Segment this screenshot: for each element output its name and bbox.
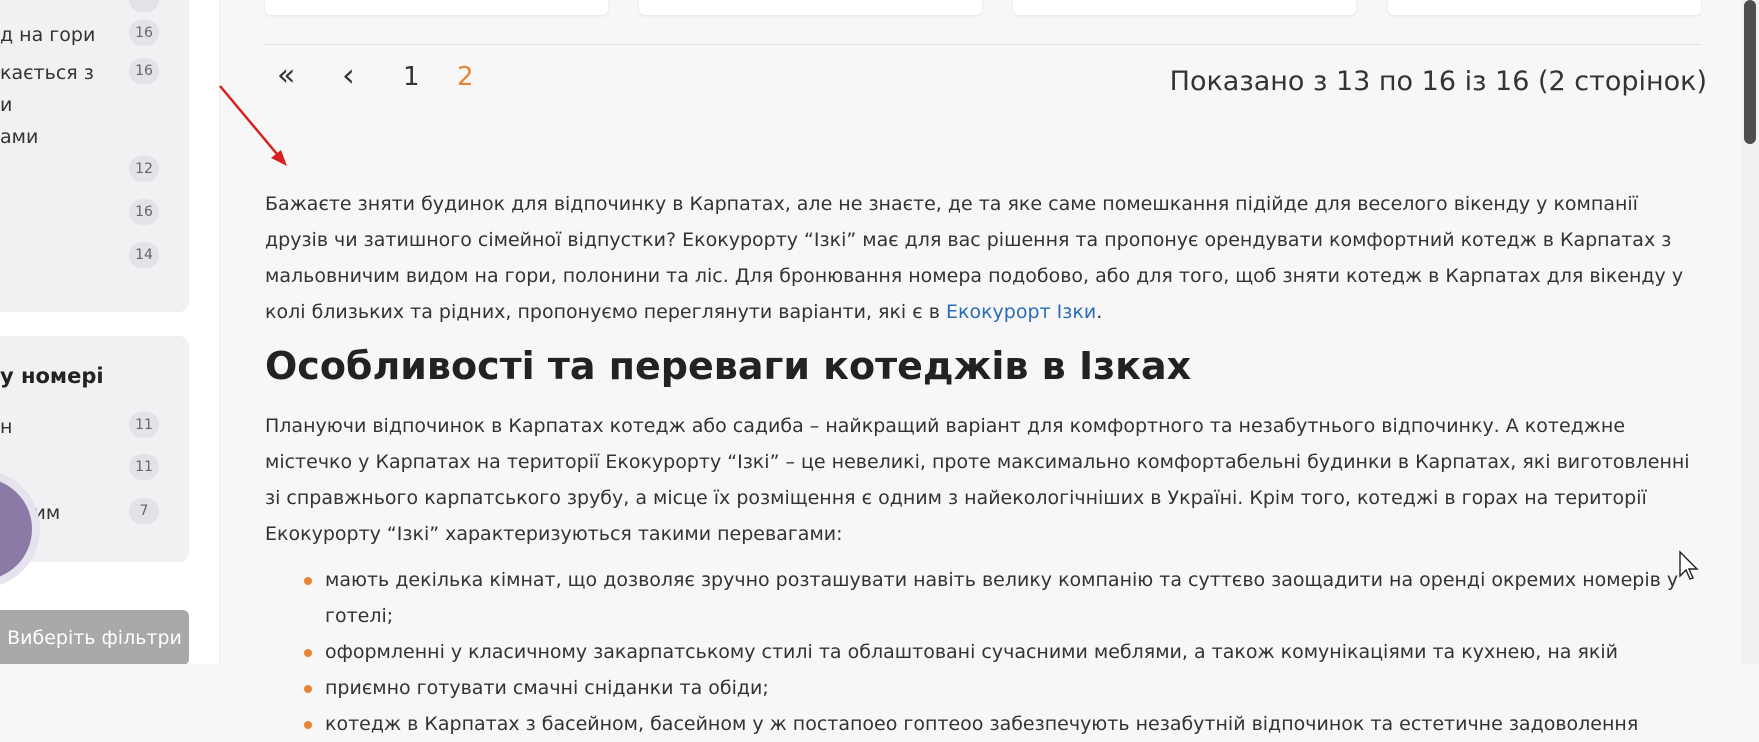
count-badge: 14	[129, 242, 159, 268]
mouse-cursor-icon	[1679, 550, 1699, 580]
scrollbar-thumb[interactable]	[1744, 0, 1756, 144]
list-item: оформленні у класичному закарпатському с…	[304, 634, 1705, 670]
ecoresort-link[interactable]: Екокурорт Ізки	[946, 301, 1096, 323]
count-badge: 11	[129, 412, 159, 438]
product-card[interactable]	[1013, 0, 1356, 15]
count-badge: 11	[129, 454, 159, 480]
count-badge: 7	[129, 498, 159, 524]
apply-filters-button[interactable]: Виберіть фільтри	[0, 610, 189, 664]
list-item: мають декілька кімнат, що дозволяє зручн…	[304, 562, 1705, 634]
page-link-current[interactable]: 2	[457, 62, 474, 92]
intro-text-end: .	[1096, 301, 1103, 323]
list-item: котедж в Карпатах з басейном, басейном у…	[304, 706, 1705, 742]
section-heading: Особливості та переваги котеджів в Ізках	[265, 344, 1192, 388]
pagination-info: Показано з 13 по 16 із 16 (2 сторінок)	[1169, 66, 1707, 97]
paragraph: Плануючи відпочинок в Карпатах котедж аб…	[265, 415, 1690, 545]
product-card[interactable]	[1388, 0, 1701, 15]
page-link[interactable]: 1	[403, 62, 420, 92]
product-card[interactable]	[639, 0, 982, 15]
prev-page-link[interactable]: ‹	[342, 56, 355, 94]
product-card[interactable]	[265, 0, 608, 15]
main-content: « ‹ 1 2 Показано з 13 по 16 із 16 (2 сто…	[220, 0, 1741, 735]
filter-group-title: у номері	[0, 364, 104, 388]
scrollbar-track[interactable]	[1741, 0, 1759, 664]
count-badge: 16	[129, 199, 159, 225]
annotation-arrow-icon	[219, 85, 287, 166]
filter-option-label[interactable]: н	[0, 416, 12, 438]
features-list: мають декілька кімнат, що дозволяє зручн…	[265, 562, 1705, 742]
seo-text: Бажаєте зняти будинок для відпочинку в К…	[265, 186, 1705, 742]
list-item: приємно готувати смачні сніданки та обід…	[304, 670, 1705, 706]
divider	[265, 44, 1702, 45]
intro-paragraph: Бажаєте зняти будинок для відпочинку в К…	[265, 186, 1705, 330]
